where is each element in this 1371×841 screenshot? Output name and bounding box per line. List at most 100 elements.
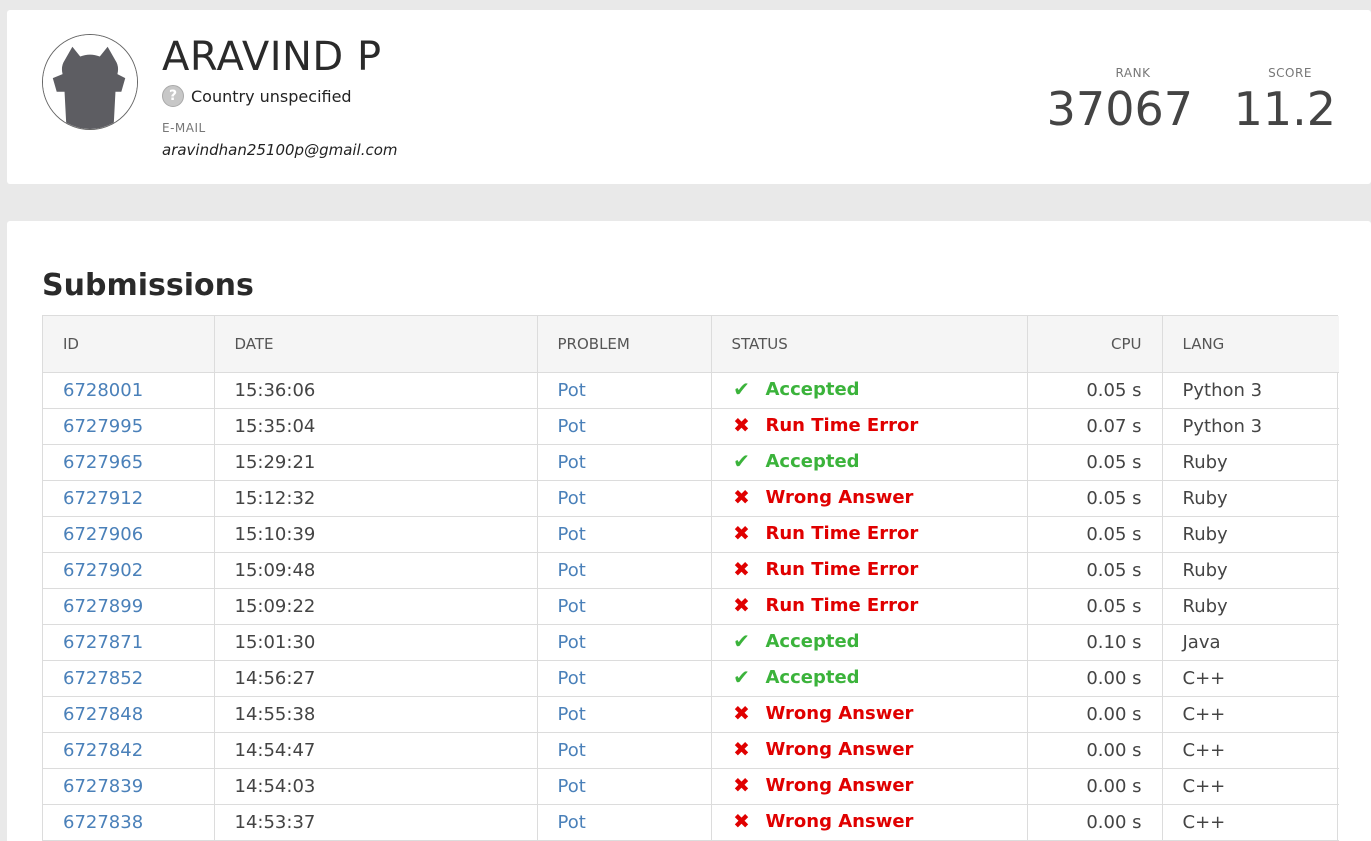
submission-id[interactable]: 6727842	[63, 740, 143, 761]
submission-id[interactable]: 6727899	[63, 596, 143, 617]
country-info: ? Country unspecified	[162, 84, 352, 108]
problem-cell[interactable]: Pot	[537, 804, 712, 841]
score-value: 11.2	[1233, 82, 1336, 136]
cross-icon: ✖	[733, 773, 750, 798]
cpu-time: 0.05 s	[1027, 552, 1163, 589]
problem-cell[interactable]: Pot	[537, 552, 712, 589]
submission-id[interactable]: 6727871	[63, 632, 143, 653]
problem-cell[interactable]: Pot	[537, 660, 712, 697]
score-stat: SCORE 11.2	[1216, 66, 1336, 135]
status-text: Run Time Error	[765, 594, 919, 616]
submission-date: 15:36:06	[214, 372, 538, 409]
cross-icon: ✖	[733, 521, 750, 546]
cpu-time: 0.00 s	[1027, 804, 1163, 841]
submission-id[interactable]: 6727839	[63, 776, 143, 797]
submission-id-link[interactable]: 6727995	[43, 408, 215, 445]
submission-id-link[interactable]: 6727912	[43, 480, 215, 517]
problem-link[interactable]: Pot	[558, 632, 586, 653]
submission-id[interactable]: 6727906	[63, 524, 143, 545]
submission-id[interactable]: 6727852	[63, 668, 143, 689]
problem-cell[interactable]: Pot	[537, 372, 712, 409]
problem-link[interactable]: Pot	[558, 452, 586, 473]
problem-cell[interactable]: Pot	[537, 768, 712, 805]
col-header-cpu[interactable]: CPU	[1027, 316, 1163, 373]
submission-id[interactable]: 6727995	[63, 416, 143, 437]
check-icon: ✔	[733, 449, 750, 474]
problem-link[interactable]: Pot	[558, 416, 586, 437]
problem-cell[interactable]: Pot	[537, 696, 712, 733]
problem-link[interactable]: Pot	[558, 380, 586, 401]
problem-cell[interactable]: Pot	[537, 408, 712, 445]
problem-cell[interactable]: Pot	[537, 516, 712, 553]
problem-link[interactable]: Pot	[558, 776, 586, 797]
status-badge: ✖ Wrong Answer	[732, 809, 913, 834]
status-text: Wrong Answer	[765, 702, 914, 724]
status-badge: ✔ Accepted	[732, 449, 860, 474]
problem-link[interactable]: Pot	[558, 668, 586, 689]
col-header-lang[interactable]: LANG	[1162, 316, 1339, 373]
problem-cell[interactable]: Pot	[537, 588, 712, 625]
submission-id-link[interactable]: 6727848	[43, 696, 215, 733]
check-icon: ✔	[733, 377, 750, 402]
problem-link[interactable]: Pot	[558, 740, 586, 761]
cross-icon: ✖	[733, 593, 750, 618]
col-header-date[interactable]: DATE	[214, 316, 538, 373]
submission-date: 14:54:03	[214, 768, 538, 805]
submission-id-link[interactable]: 6727838	[43, 804, 215, 841]
col-header-id[interactable]: ID	[43, 316, 215, 373]
problem-link[interactable]: Pot	[558, 560, 586, 581]
problem-cell[interactable]: Pot	[537, 444, 712, 481]
submission-date: 15:09:48	[214, 552, 538, 589]
submission-id-link[interactable]: 6727839	[43, 768, 215, 805]
submissions-card: Submissions ID DATE PROBLEM STATUS CPU L…	[7, 221, 1371, 841]
submission-date: 15:35:04	[214, 408, 538, 445]
submissions-table-wrap: ID DATE PROBLEM STATUS CPU LANG 6728001 1…	[42, 315, 1339, 841]
submission-id-link[interactable]: 6727902	[43, 552, 215, 589]
status-cell: ✔ Accepted	[711, 624, 1028, 661]
cross-icon: ✖	[733, 557, 750, 582]
problem-link[interactable]: Pot	[558, 596, 586, 617]
status-text: Accepted	[765, 666, 860, 688]
submission-id[interactable]: 6728001	[63, 380, 143, 401]
language: Ruby	[1162, 552, 1339, 589]
status-text: Accepted	[765, 450, 860, 472]
submission-id-link[interactable]: 6728001	[43, 372, 215, 409]
submission-id-link[interactable]: 6727871	[43, 624, 215, 661]
cpu-time: 0.05 s	[1027, 372, 1163, 409]
submission-id[interactable]: 6727848	[63, 704, 143, 725]
submission-id[interactable]: 6727912	[63, 488, 143, 509]
table-row: 6727965 15:29:21 Pot ✔ Accepted 0.05 s Ruby	[43, 444, 1339, 481]
problem-cell[interactable]: Pot	[537, 480, 712, 517]
status-text: Accepted	[765, 378, 860, 400]
status-text: Wrong Answer	[765, 774, 914, 796]
submission-id-link[interactable]: 6727852	[43, 660, 215, 697]
cross-icon: ✖	[733, 413, 750, 438]
submission-id[interactable]: 6727838	[63, 812, 143, 833]
submission-id-link[interactable]: 6727906	[43, 516, 215, 553]
problem-link[interactable]: Pot	[558, 524, 586, 545]
table-row: 6727852 14:56:27 Pot ✔ Accepted 0.00 s C++	[43, 660, 1339, 697]
rank-label: RANK	[1115, 66, 1151, 80]
col-header-problem[interactable]: PROBLEM	[537, 316, 712, 373]
problem-cell[interactable]: Pot	[537, 732, 712, 769]
table-row: 6728001 15:36:06 Pot ✔ Accepted 0.05 s Python …	[43, 372, 1339, 409]
problem-link[interactable]: Pot	[558, 812, 586, 833]
profile-card: ARAVIND P ? Country unspecified E-MAIL a…	[7, 10, 1371, 184]
submission-id[interactable]: 6727965	[63, 452, 143, 473]
problem-link[interactable]: Pot	[558, 704, 586, 725]
problem-cell[interactable]: Pot	[537, 624, 712, 661]
email-value: aravindhan25100p@gmail.com	[162, 141, 398, 159]
submission-id-link[interactable]: 6727899	[43, 588, 215, 625]
status-badge: ✖ Wrong Answer	[732, 773, 914, 798]
submission-id-link[interactable]: 6727965	[43, 444, 215, 481]
status-cell: ✔ Accepted	[711, 444, 1028, 481]
status-cell: ✖ Wrong Answer	[711, 696, 1028, 733]
submission-id[interactable]: 6727902	[63, 560, 143, 581]
status-cell: ✔ Accepted	[711, 372, 1028, 409]
submission-id-link[interactable]: 6727842	[43, 732, 215, 769]
check-icon: ✔	[733, 629, 750, 654]
col-header-status[interactable]: STATUS	[711, 316, 1028, 373]
table-row: 6727848 14:55:38 Pot ✖ Wrong Answer 0.00 s C++	[43, 696, 1339, 733]
cross-icon: ✖	[733, 809, 750, 834]
problem-link[interactable]: Pot	[558, 488, 586, 509]
